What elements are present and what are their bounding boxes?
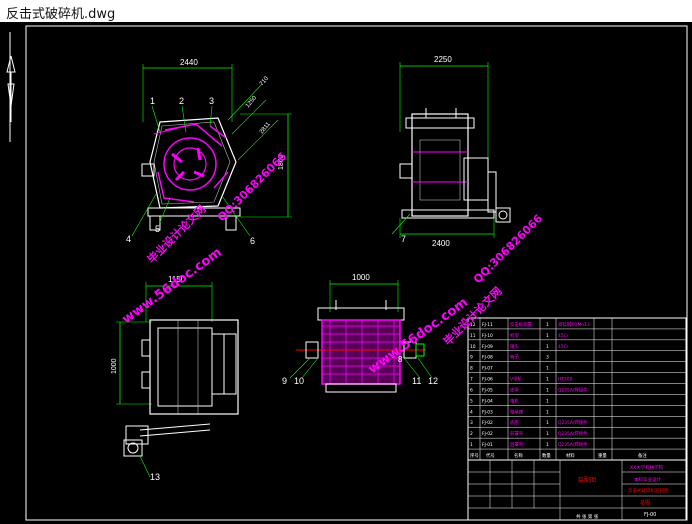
bom-cell: FJ-03 <box>482 409 493 415</box>
bom-header-cell: 重量 <box>598 452 607 459</box>
bom-header-cell: 名称 <box>514 452 523 459</box>
part-label-1: 1 <box>150 96 155 106</box>
bom-cell: 5 <box>470 398 473 404</box>
title-dept: 本科毕业设计 <box>634 476 661 483</box>
title-block: XX大学机械学院 本科毕业设计 装配图 反击式破碎机装配图 总图 FJ-00 共… <box>467 459 687 521</box>
bom-cell: 1 <box>546 344 549 350</box>
north-arrow-icon <box>6 55 16 122</box>
bom-cell: 1 <box>546 442 549 448</box>
bom-cell: FJ-06 <box>482 377 493 383</box>
bom-cell: 后罩壳 <box>510 441 524 448</box>
side-base-dim: 2400 <box>432 239 450 248</box>
bom-cell: Q235A/焊接件 <box>558 430 588 437</box>
part-label-6: 6 <box>250 236 255 246</box>
bom-cell: 轴承座 <box>510 408 524 415</box>
bom-cell: 3 <box>546 355 549 361</box>
bom-cell: 转子 <box>510 354 519 361</box>
window-title: 反击式破碎机.dwg <box>6 7 116 22</box>
part-label-9: 9 <box>282 376 287 386</box>
bom-cell: FJ-05 <box>482 387 493 393</box>
bom-header-cell: 序号 <box>470 452 479 459</box>
title-drawing-name: 反击式破碎机装配图 <box>628 487 669 494</box>
part-label-4: 4 <box>126 234 131 244</box>
cad-drawing-canvas[interactable]: 2440 1860 710 1250 2811 1 2 3 4 5 6 2250… <box>0 22 692 524</box>
bom-cell: 45Cr <box>558 333 569 339</box>
bom-header-cell: 备注 <box>638 452 647 459</box>
part-label-2: 2 <box>179 96 184 106</box>
title-drawing-no: FJ-00 <box>644 512 656 518</box>
bom-cell: 1 <box>546 366 549 372</box>
bom-cell: 3 <box>470 420 473 426</box>
bom-cell: 7 <box>470 377 473 383</box>
bom-cell: FJ-09 <box>482 344 493 350</box>
bom-header-cell: 数量 <box>542 452 551 459</box>
bom-cell: 6 <box>470 387 473 393</box>
bom-cell: Q235A/焊接件 <box>558 386 588 393</box>
bom-cell: 底座 <box>510 419 519 426</box>
bom-cell: 11 <box>470 333 476 339</box>
title-footer: 共 张 第 张 <box>576 513 599 520</box>
bom-cell: 1 <box>546 377 549 383</box>
bom-cell: FJ-02 <box>482 431 493 437</box>
bom-cell: 8 <box>470 366 473 372</box>
section-width-dim: 1000 <box>352 273 370 282</box>
title-assembly: 装配图 <box>578 476 596 484</box>
part-label-11: 11 <box>412 376 421 386</box>
bom-cell: 1 <box>546 420 549 426</box>
bom-cell: FJ-01 <box>482 442 493 448</box>
title-school: XX大学机械学院 <box>630 464 664 471</box>
window-titlebar: 反击式破碎机.dwg <box>0 0 692 23</box>
bom-cell: FJ-07 <box>482 366 493 372</box>
bom-cell: 锤头 <box>510 343 519 350</box>
bom-cell: 1 <box>470 442 473 448</box>
part-label-3: 3 <box>209 96 214 106</box>
bom-cell: 电机 <box>510 397 519 404</box>
bom-cell: 高锰钢ZGMn13 <box>558 321 590 328</box>
top-height-dim: 1000 <box>111 358 118 374</box>
part-label-7: 7 <box>401 234 406 244</box>
bom-cell: FJ-04 <box>482 398 493 404</box>
bom-cell: Q235A/焊接件 <box>558 419 588 426</box>
bom-header-cell: 材料 <box>566 452 575 459</box>
front-dim-d2: 1250 <box>245 95 259 110</box>
bom-cell: FJ-10 <box>482 333 493 339</box>
bom-cell: 1 <box>546 431 549 437</box>
bom-cell: 1 <box>546 322 549 328</box>
bom-cell: 1 <box>546 387 549 393</box>
part-label-13: 13 <box>150 472 160 482</box>
bom-cell: 反击板装置 <box>510 321 533 328</box>
bom-cell: 皮带 <box>510 386 519 393</box>
bom-cell: Q235A/焊接件 <box>558 441 588 448</box>
part-label-10: 10 <box>294 376 304 386</box>
side-width-dim: 2250 <box>434 55 452 64</box>
bom-cell: 1 <box>546 333 549 339</box>
top-view: 1150 1000 13 <box>111 275 239 482</box>
watermark-qq-2: QQ:306826066 <box>471 212 545 286</box>
cad-drawing: 2440 1860 710 1250 2811 1 2 3 4 5 6 2250… <box>6 25 688 521</box>
bom-cell: FJ-08 <box>482 355 493 361</box>
bom-header-cell: 代号 <box>486 452 495 459</box>
side-view: 2250 2400 7 <box>391 55 511 248</box>
bom-cell: 1 <box>546 398 549 404</box>
bom-cell: 2 <box>470 431 473 437</box>
bom-cell: 45Cr <box>558 344 569 350</box>
bom-cell: 机架 <box>510 332 519 339</box>
bom-cell: 4 <box>470 409 473 415</box>
bom-cell: HT200 <box>558 377 573 383</box>
bom-cell: V带轮 <box>510 376 522 383</box>
title-doc-type: 总图 <box>640 499 650 506</box>
bom-cell: 9 <box>470 355 473 361</box>
bom-cell: 1 <box>546 409 549 415</box>
part-label-12: 12 <box>428 376 438 386</box>
bom-cell: FJ-02 <box>482 420 493 426</box>
bom-table: 12 FJ-11 反击板装置 1 高锰钢ZGMn1311 FJ-10 机架 1 45Cr10 FJ… <box>467 317 687 461</box>
front-view: 2440 1860 710 1250 2811 1 2 3 4 5 6 <box>126 58 292 246</box>
front-dim-d1: 710 <box>259 75 270 87</box>
part-label-5: 5 <box>155 224 160 234</box>
front-width-dim: 2440 <box>180 58 198 67</box>
bom-cell: 10 <box>470 344 476 350</box>
bom-cell: 前罩壳 <box>510 430 524 437</box>
bom-cell: FJ-11 <box>482 322 493 328</box>
